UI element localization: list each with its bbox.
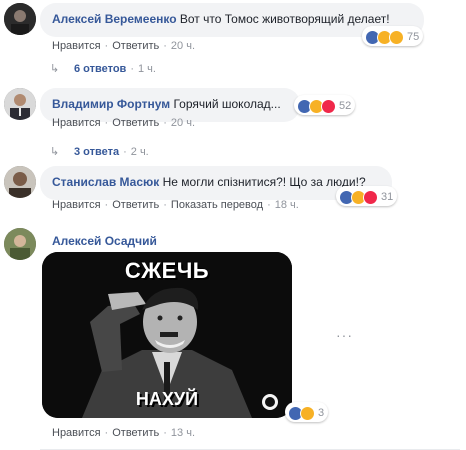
comment-author[interactable]: Владимир Фортнум bbox=[52, 97, 170, 111]
meme-image[interactable]: СЖЕЧЬ НАХУЙ bbox=[42, 252, 292, 418]
timestamp[interactable]: 18 ч. bbox=[275, 199, 299, 211]
reply-arrow-icon: ↳ bbox=[50, 146, 60, 158]
replies-count[interactable]: 6 ответов bbox=[74, 63, 126, 75]
reactions-summary[interactable]: 3 bbox=[285, 402, 329, 422]
wow-icon bbox=[389, 29, 404, 45]
comment-text: Вот что Томос животворящий делает! bbox=[179, 12, 390, 26]
more-options-icon[interactable]: ··· bbox=[336, 327, 353, 343]
love-icon bbox=[363, 189, 378, 205]
timestamp[interactable]: 20 ч. bbox=[171, 40, 195, 52]
comment-actions: Нравится · Ответить · 20 ч. bbox=[52, 40, 196, 52]
reaction-count: 75 bbox=[407, 31, 420, 43]
replies-time: 2 ч. bbox=[130, 146, 149, 158]
like-button[interactable]: Нравится bbox=[52, 199, 101, 211]
like-button[interactable]: Нравится bbox=[52, 427, 101, 439]
avatar[interactable] bbox=[4, 88, 36, 120]
comment-text: Не могли спізнитися?! Що за люди!? bbox=[162, 175, 366, 189]
timestamp[interactable]: 20 ч. bbox=[171, 117, 195, 129]
reactions-summary[interactable]: 31 bbox=[336, 186, 398, 206]
reactions-summary[interactable]: 75 bbox=[362, 26, 424, 46]
avatar[interactable] bbox=[4, 228, 36, 260]
wow-icon bbox=[300, 405, 315, 421]
comment-author[interactable]: Алексей Осадчий bbox=[52, 234, 157, 248]
avatar[interactable] bbox=[4, 3, 36, 35]
reply-arrow-icon: ↳ bbox=[50, 63, 60, 75]
meme-top-text: СЖЕЧЬ bbox=[124, 258, 210, 283]
reactions-summary[interactable]: 52 bbox=[294, 95, 356, 115]
comment-text: Горячий шоколад... bbox=[173, 97, 281, 111]
replies-count[interactable]: 3 ответа bbox=[74, 146, 119, 158]
like-button[interactable]: Нравится bbox=[52, 40, 101, 52]
comment-actions: Нравится · Ответить · 13 ч. bbox=[52, 427, 196, 439]
reply-button[interactable]: Ответить bbox=[112, 199, 159, 211]
replies-time: 1 ч. bbox=[138, 63, 156, 75]
comment-actions: Нравится · Ответить · Показать перевод · 18 ч. bbox=[52, 199, 299, 211]
reply-button[interactable]: Ответить bbox=[112, 117, 159, 129]
comment-actions: Нравится · Ответить · 20 ч. bbox=[52, 117, 196, 129]
reaction-count: 31 bbox=[381, 191, 394, 203]
comment-author[interactable]: Станислав Масюк bbox=[52, 175, 159, 189]
timestamp[interactable]: 13 ч. bbox=[171, 427, 195, 439]
view-replies-link[interactable]: ↳ 3 ответа · 2 ч. bbox=[50, 145, 149, 158]
like-button[interactable]: Нравится bbox=[52, 117, 101, 129]
reply-button[interactable]: Ответить bbox=[112, 427, 159, 439]
meme-bottom-text: НАХУЙ bbox=[135, 389, 199, 409]
love-icon bbox=[321, 98, 336, 114]
avatar[interactable] bbox=[4, 166, 36, 198]
reaction-count: 52 bbox=[339, 100, 352, 112]
translate-button[interactable]: Показать перевод bbox=[171, 199, 263, 211]
view-replies-link[interactable]: ↳ 6 ответов · 1 ч. bbox=[50, 62, 156, 75]
reply-button[interactable]: Ответить bbox=[112, 40, 159, 52]
comment-author[interactable]: Алексей Веремеенко bbox=[52, 12, 177, 26]
reaction-count: 3 bbox=[318, 407, 325, 419]
